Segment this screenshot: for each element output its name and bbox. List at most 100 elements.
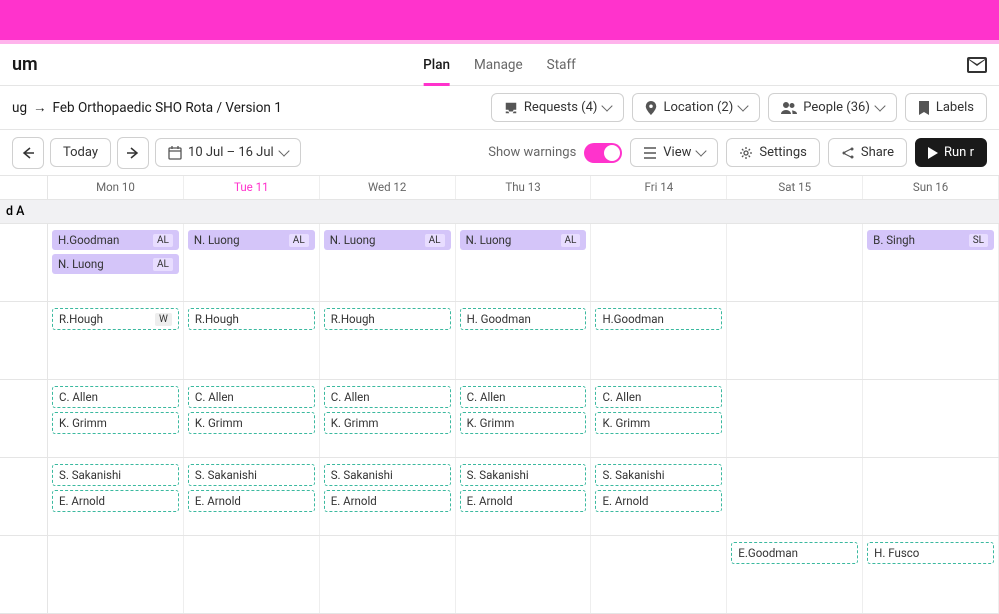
day-cell[interactable]: H. Goodman xyxy=(456,302,592,379)
day-cell[interactable]: S. Sakanishi E. Arnold xyxy=(320,458,456,535)
shift-chip[interactable]: C. Allen xyxy=(595,386,722,408)
warnings-label: Show warnings xyxy=(488,145,576,160)
shift-chip[interactable]: H. Fusco xyxy=(867,542,994,564)
day-cell[interactable]: N. LuongAL xyxy=(320,224,456,301)
day-cell[interactable]: C. Allen K. Grimm xyxy=(184,380,320,457)
shift-chip[interactable]: E. Arnold xyxy=(460,490,587,512)
day-cell[interactable]: C. Allen K. Grimm xyxy=(48,380,184,457)
shift-chip[interactable]: C. Allen xyxy=(324,386,451,408)
shift-chip[interactable]: N. LuongAL xyxy=(52,254,179,274)
shift-chip[interactable]: E. Arnold xyxy=(595,490,722,512)
shift-chip[interactable]: B. SinghSL xyxy=(867,230,994,250)
shift-chip[interactable]: N. LuongAL xyxy=(460,230,587,250)
day-cell[interactable] xyxy=(727,302,863,379)
day-cell[interactable] xyxy=(320,536,456,613)
schedule-row: C. AllenK. GrimmC. AllenK. GrimmC. Allen… xyxy=(0,380,999,458)
chip-name: H. Fusco xyxy=(874,546,919,560)
shift-chip[interactable]: K. Grimm xyxy=(460,412,587,434)
day-cell[interactable]: H.Goodman xyxy=(591,302,727,379)
shift-chip[interactable]: C. Allen xyxy=(52,386,179,408)
day-cell[interactable]: H. Fusco xyxy=(863,536,999,613)
shift-chip[interactable]: K. Grimm xyxy=(595,412,722,434)
day-cell[interactable]: R.Hough xyxy=(320,302,456,379)
shift-chip[interactable]: C. Allen xyxy=(188,386,315,408)
day-cell[interactable]: B. SinghSL xyxy=(863,224,999,301)
shift-chip[interactable]: E. Arnold xyxy=(52,490,179,512)
shift-chip[interactable]: H.Goodman xyxy=(595,308,722,330)
chip-name: K. Grimm xyxy=(59,416,107,430)
shift-chip[interactable]: S. Sakanishi xyxy=(52,464,179,486)
day-cell[interactable] xyxy=(456,536,592,613)
chip-badge: AL xyxy=(153,234,173,247)
view-button[interactable]: View xyxy=(630,138,718,167)
day-cell[interactable] xyxy=(591,536,727,613)
shift-chip[interactable]: C. Allen xyxy=(460,386,587,408)
chip-name: N. Luong xyxy=(194,233,240,247)
shift-chip[interactable]: S. Sakanishi xyxy=(188,464,315,486)
tab-manage[interactable]: Manage xyxy=(474,44,523,85)
day-cell[interactable]: S. Sakanishi E. Arnold xyxy=(184,458,320,535)
shift-chip[interactable]: R.HoughW xyxy=(52,308,179,330)
day-cell[interactable]: C. Allen K. Grimm xyxy=(456,380,592,457)
row-gutter xyxy=(0,302,48,379)
shift-chip[interactable]: E. Arnold xyxy=(188,490,315,512)
share-button[interactable]: Share xyxy=(828,138,907,167)
next-button[interactable] xyxy=(117,137,149,169)
chip-name: K. Grimm xyxy=(195,416,243,430)
shift-chip[interactable]: R.Hough xyxy=(188,308,315,330)
day-cell[interactable]: N. LuongAL xyxy=(184,224,320,301)
day-cell[interactable]: H.GoodmanAL N. LuongAL xyxy=(48,224,184,301)
shift-chip[interactable]: H. Goodman xyxy=(460,308,587,330)
daterange-button[interactable]: 10 Jul – 16 Jul xyxy=(155,138,301,167)
day-cell[interactable]: E.Goodman xyxy=(727,536,863,613)
day-cell[interactable] xyxy=(727,458,863,535)
warnings-toggle[interactable] xyxy=(584,143,622,163)
shift-chip[interactable]: K. Grimm xyxy=(324,412,451,434)
shift-chip[interactable]: N. LuongAL xyxy=(324,230,451,250)
tab-plan[interactable]: Plan xyxy=(423,44,450,85)
requests-filter[interactable]: Requests (4) xyxy=(491,93,625,122)
day-cell[interactable]: S. Sakanishi E. Arnold xyxy=(48,458,184,535)
day-cell[interactable]: C. Allen K. Grimm xyxy=(591,380,727,457)
day-cell[interactable] xyxy=(591,224,727,301)
day-cell[interactable] xyxy=(727,380,863,457)
arrow-left-icon xyxy=(21,146,35,160)
day-cell[interactable]: S. Sakanishi E. Arnold xyxy=(591,458,727,535)
day-cell[interactable] xyxy=(48,536,184,613)
today-button[interactable]: Today xyxy=(50,138,111,167)
day-cell[interactable] xyxy=(184,536,320,613)
day-cell[interactable] xyxy=(863,458,999,535)
shift-chip[interactable]: E.Goodman xyxy=(731,542,858,564)
location-filter[interactable]: Location (2) xyxy=(632,93,760,122)
chip-name: R.Hough xyxy=(331,312,375,326)
shift-chip[interactable]: E. Arnold xyxy=(324,490,451,512)
people-filter[interactable]: People (36) xyxy=(768,93,897,122)
shift-chip[interactable]: K. Grimm xyxy=(52,412,179,434)
day-cell[interactable]: R.Hough xyxy=(184,302,320,379)
shift-chip[interactable]: H.GoodmanAL xyxy=(52,230,179,250)
day-cell[interactable] xyxy=(863,380,999,457)
shift-chip[interactable]: R.Hough xyxy=(324,308,451,330)
day-cell[interactable] xyxy=(727,224,863,301)
chip-name: C. Allen xyxy=(331,390,370,404)
shift-chip[interactable]: K. Grimm xyxy=(188,412,315,434)
shift-chip[interactable]: S. Sakanishi xyxy=(595,464,722,486)
day-cell[interactable]: N. LuongAL xyxy=(456,224,592,301)
section-header[interactable]: d A xyxy=(0,200,999,224)
chip-name: C. Allen xyxy=(59,390,98,404)
shift-chip[interactable]: S. Sakanishi xyxy=(324,464,451,486)
mail-icon[interactable] xyxy=(967,57,987,73)
shift-chip[interactable]: S. Sakanishi xyxy=(460,464,587,486)
breadcrumb-leaf: Feb Orthopaedic SHO Rota / Version 1 xyxy=(53,100,282,116)
settings-button[interactable]: Settings xyxy=(726,138,819,167)
shift-chip[interactable]: N. LuongAL xyxy=(188,230,315,250)
prev-button[interactable] xyxy=(12,137,44,169)
day-cell[interactable]: C. Allen K. Grimm xyxy=(320,380,456,457)
tab-staff[interactable]: Staff xyxy=(547,44,576,85)
labels-filter[interactable]: Labels xyxy=(905,93,987,122)
day-cell[interactable]: R.HoughW xyxy=(48,302,184,379)
day-cell[interactable]: S. Sakanishi E. Arnold xyxy=(456,458,592,535)
breadcrumb[interactable]: ug → Feb Orthopaedic SHO Rota / Version … xyxy=(12,100,282,116)
run-button[interactable]: Run r xyxy=(915,138,987,167)
day-cell[interactable] xyxy=(863,302,999,379)
